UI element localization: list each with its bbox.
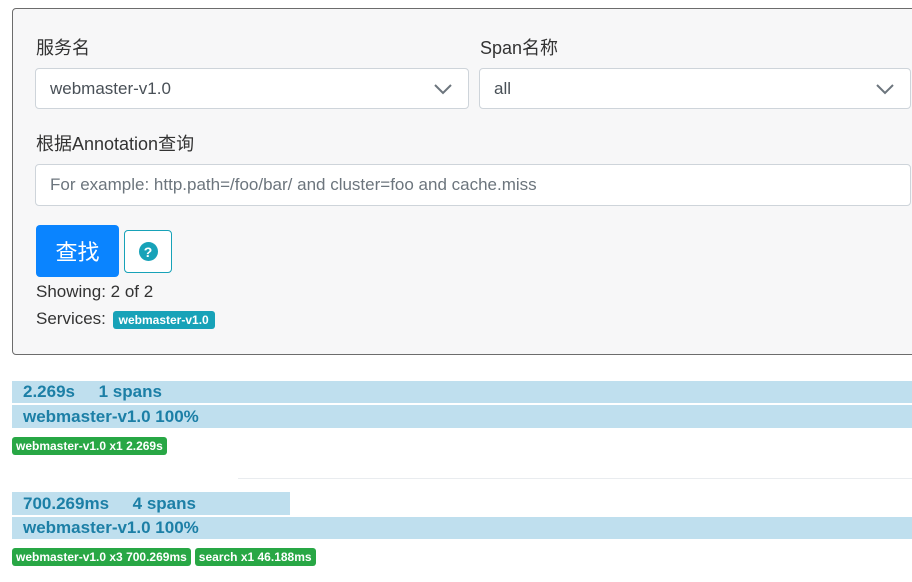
trace-service-badge[interactable]: webmaster-v1.0 x1 2.269s [12,437,167,455]
help-button[interactable]: ? [124,230,172,273]
span-name-label: Span名称 [480,38,559,58]
service-name-select[interactable]: webmaster-v1.0 [35,68,469,109]
trace-duration-text: 2.269s 1 spans [23,382,162,401]
span-name-value: all [494,78,512,98]
annotation-query-placeholder: For example: http.path=/foo/bar/ and clu… [50,175,537,194]
trace-service-text: webmaster-v1.0 100% [23,518,199,537]
search-button[interactable]: 查找 [36,225,119,277]
services-label: Services: [36,309,106,328]
trace-service-bar[interactable]: webmaster-v1.0 100% [12,405,912,428]
chevron-down-icon [432,78,454,100]
trace-duration-bar[interactable]: 700.269ms 4 spans [12,492,290,515]
question-circle-icon: ? [138,242,158,261]
trace-service-text: webmaster-v1.0 100% [23,406,199,426]
trace-duration-text: 700.269ms 4 spans [23,493,196,513]
annotation-query-input[interactable]: For example: http.path=/foo/bar/ and clu… [35,164,911,206]
trace-service-badge[interactable]: webmaster-v1.0 x3 700.269ms [12,548,191,566]
trace-duration-bar[interactable]: 2.269s 1 spans [12,381,912,403]
trace-badges: webmaster-v1.0 x1 2.269s [12,437,171,455]
trace-badges: webmaster-v1.0 x3 700.269ms search x1 46… [12,548,320,566]
trace-service-bar[interactable]: webmaster-v1.0 100% [12,517,912,539]
showing-count: Showing: 2 of 2 [36,282,154,301]
services-row: Services: webmaster-v1.0 [36,309,215,329]
span-name-select[interactable]: all [479,68,911,109]
service-name-label: 服务名 [36,38,90,58]
annotation-query-label: 根据Annotation查询 [36,134,195,154]
trace-divider [238,478,912,479]
chevron-down-icon [874,78,896,100]
search-panel: 服务名 webmaster-v1.0 Span名称 all 根据Annotati… [12,8,912,355]
trace-service-badge[interactable]: search x1 46.188ms [194,548,316,566]
service-name-value: webmaster-v1.0 [50,78,171,98]
service-badge[interactable]: webmaster-v1.0 [112,310,215,329]
